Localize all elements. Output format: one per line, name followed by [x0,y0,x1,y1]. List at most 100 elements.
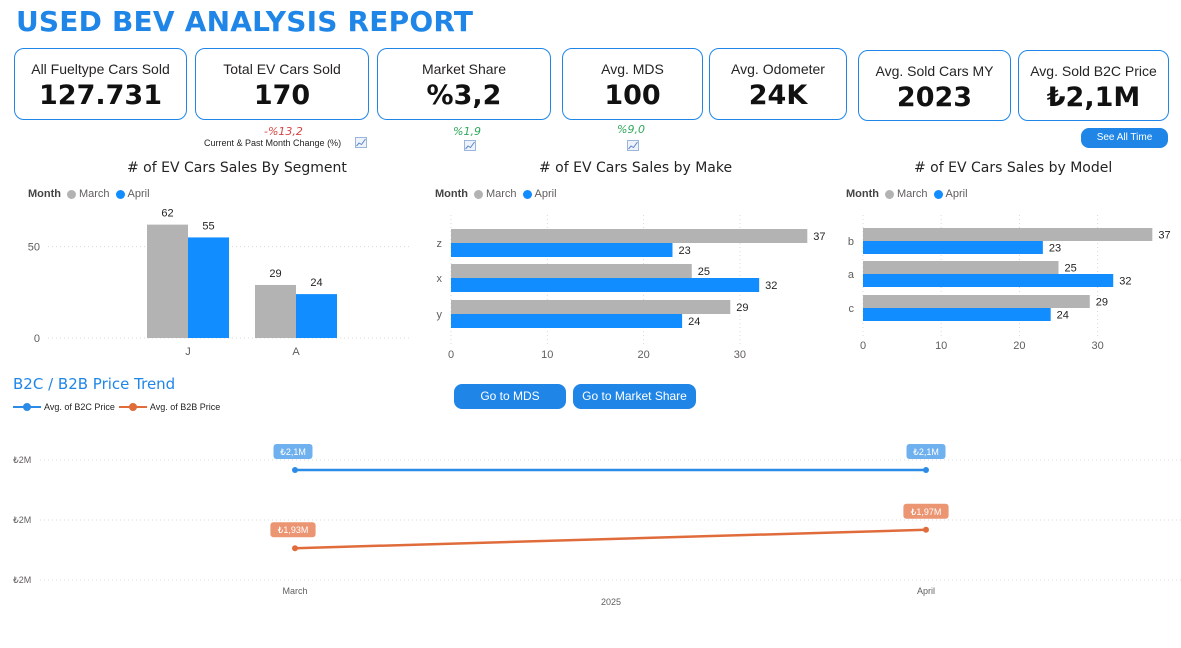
data-label: ₺1,93M [278,525,309,535]
bar-april [863,274,1114,287]
bar-march [863,228,1153,241]
y-tick-label: ₺2M [13,575,31,585]
x-tick-label: 10 [935,340,947,352]
bar-april [451,243,673,257]
kpi-label: All Fueltype Cars Sold [31,61,170,77]
data-label: 32 [1119,276,1131,288]
data-point [292,467,298,473]
data-label: 32 [765,280,777,292]
chart-title-make: # of EV Cars Sales by Make [539,160,733,176]
y-tick-label: 0 [34,333,40,345]
y-tick-label: c [849,303,855,315]
kpi-card-avg-mds: Avg. MDS 100 [562,48,703,120]
legend-item-march[interactable]: March [66,188,110,200]
kpi-card-avg-sold-my: Avg. Sold Cars MY 2023 [858,50,1011,121]
kpi-card-market-share: Market Share %3,2 [377,48,551,120]
legend-line-icon [118,403,147,411]
kpi-label: Avg. Sold Cars MY [875,63,994,79]
data-label: 24 [310,277,322,289]
data-label: ₺2,1M [913,447,939,457]
y-tick-label: a [848,269,855,281]
legend-line-icon [13,403,41,411]
legend-make: Month March April [435,188,563,200]
x-tick-label: 30 [1091,340,1103,352]
kpi-label: Total EV Cars Sold [223,61,341,77]
legend-item-b2c[interactable]: Avg. of B2C Price [13,402,115,412]
go-to-mds-button[interactable]: Go to MDS [454,384,566,409]
legend-field: Month [435,188,468,200]
kpi-label: Market Share [421,61,507,77]
legend-item-march[interactable]: March [884,188,928,200]
segment-bar-chart: 0 50 62 55 J 29 24 A [28,208,410,358]
trend-chart-icon[interactable] [355,137,367,148]
kpi-value: ₺2,1M [1046,82,1141,113]
y-tick-label: ₺2M [13,515,31,525]
legend-item-april[interactable]: April [115,188,150,200]
x-tick-label: 10 [541,349,553,361]
legend-item-b2b[interactable]: Avg. of B2B Price [118,402,220,412]
bar-march [451,300,731,314]
make-bar-chart: 0 10 20 30 37 23 z 25 32 x 29 24 y [437,215,826,361]
data-label: 24 [688,316,700,328]
mds-change: %9,0 [617,123,645,136]
data-label: ₺2,1M [280,447,306,457]
bar-march [451,264,692,278]
data-label: 55 [202,220,214,232]
kpi-value: 127.731 [39,80,162,111]
legend-model: Month March April [846,188,974,200]
x-tick-label: A [292,346,300,358]
data-point [923,526,929,533]
price-trend-title: B2C / B2B Price Trend [13,375,176,393]
y-tick-label: 50 [28,242,40,254]
y-tick-label: y [437,309,443,321]
legend-segment: Month March April [28,188,156,200]
series-line-1 [294,528,927,550]
data-label: 37 [813,231,825,243]
kpi-card-total-ev: Total EV Cars Sold 170 [195,48,369,120]
chart-title-model: # of EV Cars Sales by Model [914,160,1113,176]
see-all-time-button[interactable]: See All Time [1081,128,1168,148]
x-tick-label: 30 [734,349,746,361]
x-tick-label: March [282,586,307,596]
data-label: 25 [1065,263,1077,275]
x-tick-label: 0 [860,340,866,352]
legend-field: Month [28,188,61,200]
legend-item-april[interactable]: April [522,188,557,200]
kpi-card-all-fueltype: All Fueltype Cars Sold 127.731 [14,48,187,120]
bar-march [255,284,296,338]
bar-april [296,294,337,338]
data-point [923,467,929,473]
y-tick-label: ₺2M [13,455,31,465]
y-tick-label: x [437,273,443,285]
go-to-market-share-button[interactable]: Go to Market Share [573,384,696,409]
market-share-change: %1,9 [453,125,481,138]
kpi-label: Avg. Sold B2C Price [1030,63,1157,79]
trend-chart-icon[interactable] [627,140,639,151]
kpi-card-avg-b2c-price: Avg. Sold B2C Price ₺2,1M [1018,50,1169,121]
data-label: 29 [736,302,748,314]
x-tick-label: J [185,346,191,358]
bar-april [188,237,229,338]
data-label: 23 [1049,243,1061,255]
data-label: 29 [1096,297,1108,309]
ev-cars-change: -%13,2 [264,125,303,138]
bar-april [451,314,683,328]
bar-april [451,278,760,292]
legend-item-march[interactable]: March [473,188,517,200]
trend-chart-icon[interactable] [464,140,476,151]
data-label: 37 [1158,230,1170,242]
x-tick-label: April [917,586,935,596]
data-label: 29 [269,268,281,280]
kpi-value: 170 [253,80,311,111]
price-trend-line-chart: ₺2M ₺2M ₺2M ₺2,1M ₺2,1M ₺1,93M ₺1,97M March Apri… [13,444,1181,607]
change-note: Current & Past Month Change (%) [204,138,342,148]
bar-march [451,229,808,243]
bar-april [863,241,1043,254]
legend-field: Month [846,188,879,200]
price-trend-legend: Avg. of B2C Price Avg. of B2B Price [13,402,224,412]
legend-item-april[interactable]: April [933,188,968,200]
kpi-value: 24K [748,80,808,111]
x-axis-title: 2025 [601,597,621,607]
data-label: 62 [161,208,173,220]
data-point [292,545,298,552]
